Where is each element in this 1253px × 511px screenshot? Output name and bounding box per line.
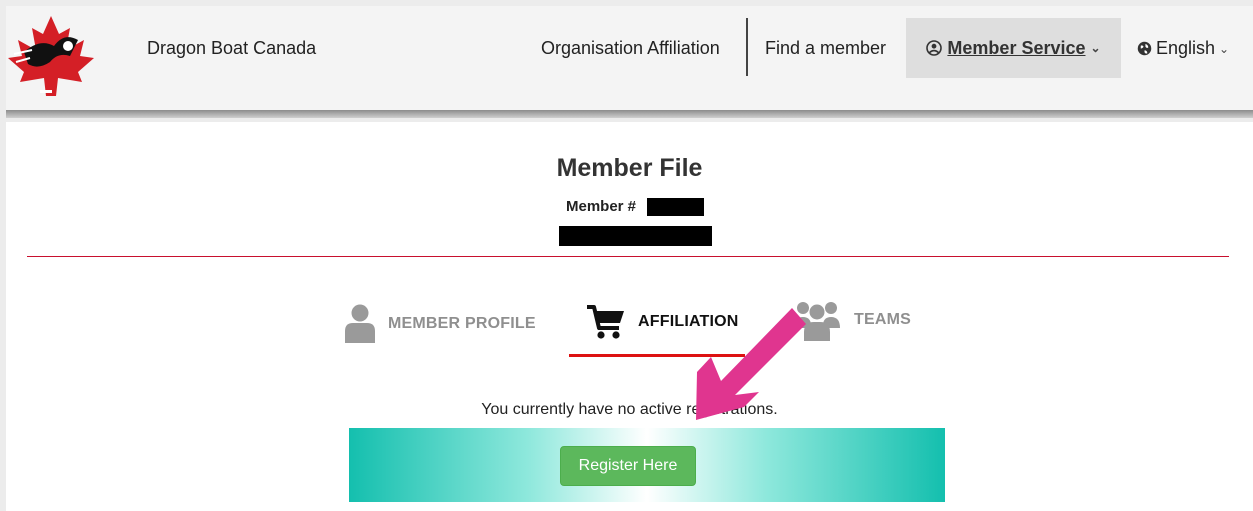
user-circle-icon: [926, 40, 943, 56]
member-name-redaction: [559, 226, 712, 246]
chevron-down-icon: ⌄: [1219, 41, 1230, 56]
language-label: English: [1156, 38, 1216, 58]
nav-find-member[interactable]: Find a member: [765, 38, 886, 59]
register-banner: Register Here: [349, 428, 945, 502]
page-title: Member File: [556, 154, 703, 182]
header-shadow: [6, 110, 1253, 118]
member-number-redaction: [647, 198, 704, 216]
member-file-panel: Member File Member # MEMBER PROFILE AFFI…: [6, 122, 1253, 511]
no-registrations-message: You currently have no active registratio…: [481, 401, 778, 418]
dragon-boat-canada-logo[interactable]: [6, 12, 96, 98]
cart-icon: [587, 305, 624, 339]
user-icon: [345, 304, 375, 343]
globe-icon: [1137, 41, 1152, 56]
nav-organisation-affiliation[interactable]: Organisation Affiliation: [541, 38, 720, 59]
nav-divider: [746, 18, 748, 76]
tab-teams-label: TEAMS: [854, 311, 911, 328]
active-tab-indicator: [569, 354, 745, 357]
tab-member-profile[interactable]: MEMBER PROFILE: [344, 304, 536, 344]
section-divider: [27, 256, 1229, 257]
site-header: Dragon Boat Canada Organisation Affiliat…: [6, 6, 1253, 111]
tab-affiliation-label: AFFILIATION: [638, 313, 739, 330]
language-selector[interactable]: English ⌄: [1137, 38, 1229, 59]
tab-member-profile-label: MEMBER PROFILE: [388, 315, 536, 332]
member-number-label: Member #: [566, 198, 637, 215]
tab-affiliation[interactable]: AFFILIATION: [586, 304, 739, 340]
brand-name[interactable]: Dragon Boat Canada: [147, 38, 316, 59]
member-service-label: Member Service: [947, 37, 1086, 58]
users-icon: [794, 302, 840, 341]
register-here-button[interactable]: Register Here: [560, 446, 696, 486]
tab-teams[interactable]: TEAMS: [792, 298, 911, 342]
nav-member-service[interactable]: Member Service ⌄: [906, 18, 1121, 78]
chevron-down-icon: ⌄: [1090, 41, 1101, 55]
